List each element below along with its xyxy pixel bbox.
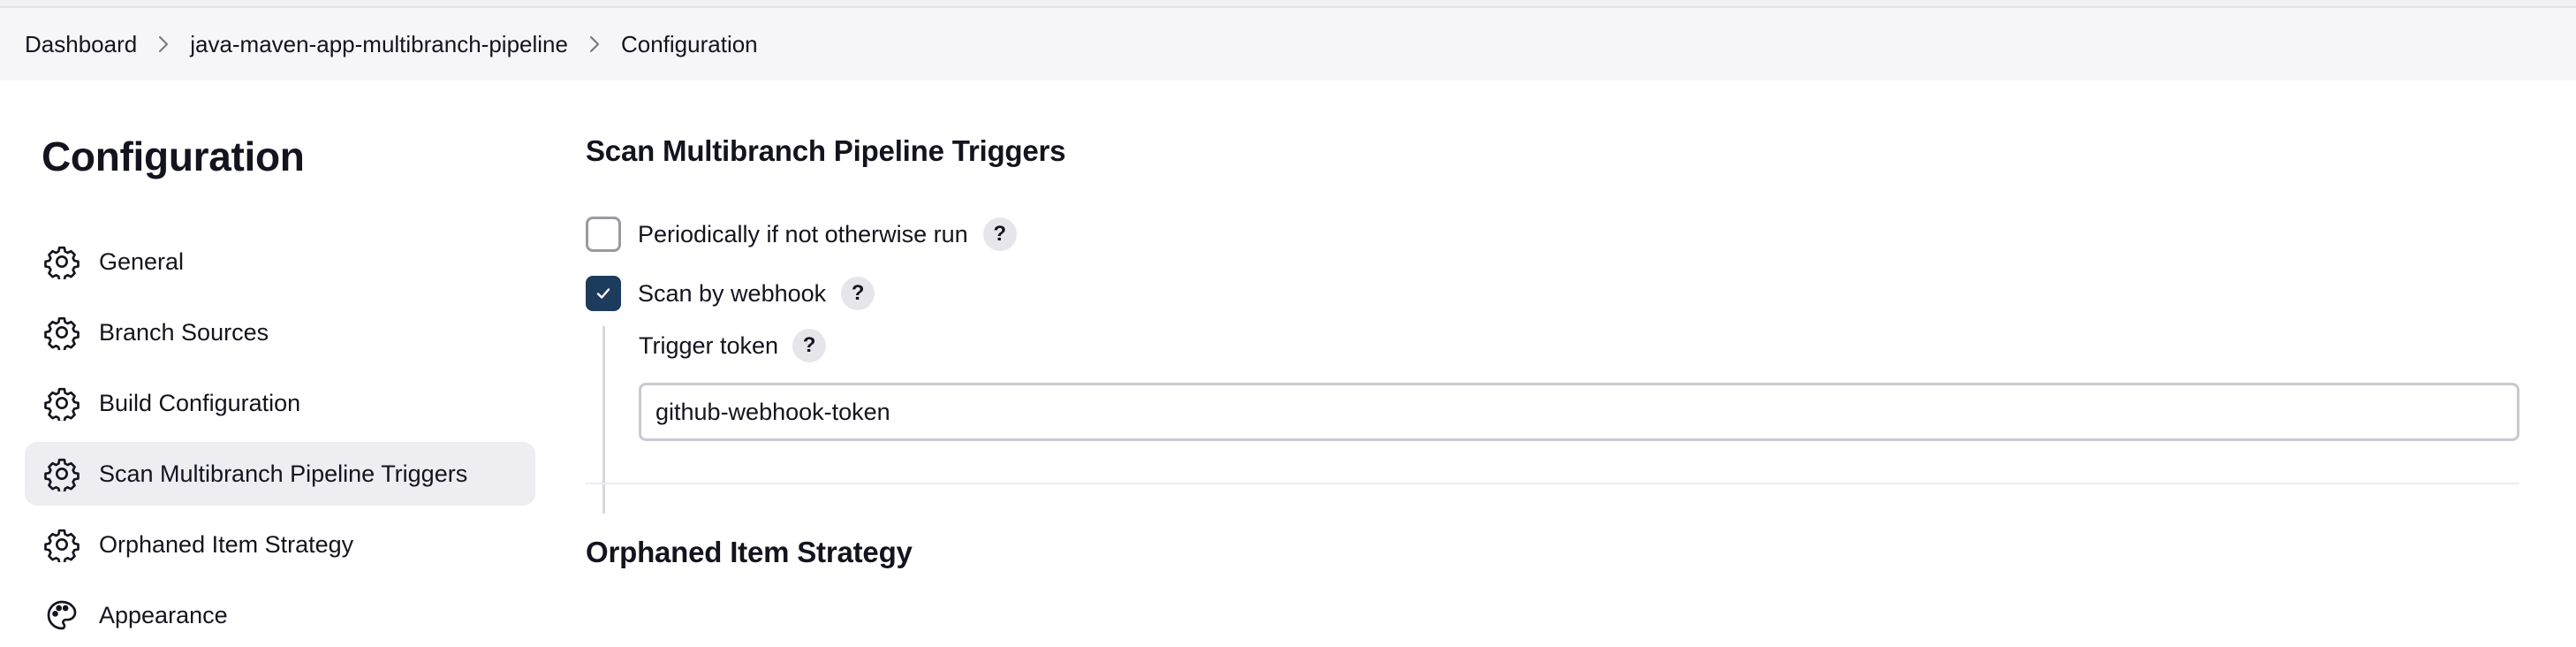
trigger-token-label: Trigger token: [639, 331, 779, 359]
sidebar-item-build-configuration[interactable]: Build Configuration: [25, 371, 535, 435]
webhook-option: Scan by webhook ?: [586, 274, 875, 313]
breadcrumb-dashboard[interactable]: Dashboard: [25, 31, 137, 58]
sidebar: Configuration General Branch Sources Bui…: [0, 80, 548, 630]
sidebar-item-label: Appearance: [99, 601, 228, 628]
help-icon[interactable]: ?: [792, 329, 827, 362]
sidebar-item-scan-triggers[interactable]: Scan Multibranch Pipeline Triggers: [25, 442, 535, 506]
gear-icon: [44, 315, 80, 350]
gear-icon: [44, 385, 80, 421]
webhook-checkbox[interactable]: [586, 276, 621, 311]
sidebar-item-appearance[interactable]: Appearance: [25, 583, 535, 647]
section-divider: [586, 483, 2519, 484]
palette-icon: [44, 598, 80, 633]
gear-icon: [44, 244, 80, 279]
sidebar-item-label: Scan Multibranch Pipeline Triggers: [99, 460, 468, 487]
periodically-checkbox[interactable]: [586, 217, 621, 252]
breadcrumb: Dashboard java-maven-app-multibranch-pip…: [0, 8, 2576, 80]
webhook-options-panel: Trigger token ?: [602, 326, 2519, 514]
help-icon[interactable]: ?: [982, 217, 1017, 251]
breadcrumb-job[interactable]: java-maven-app-multibranch-pipeline: [190, 31, 568, 58]
sidebar-item-label: Orphaned Item Strategy: [99, 530, 354, 558]
checkmark-icon: [596, 288, 610, 299]
page-title: Configuration: [42, 133, 305, 179]
breadcrumb-configuration[interactable]: Configuration: [621, 31, 758, 58]
webhook-label[interactable]: Scan by webhook: [638, 280, 826, 308]
sidebar-item-label: General: [99, 247, 185, 275]
section-title-scan-triggers: Scan Multibranch Pipeline Triggers: [586, 134, 1066, 167]
sidebar-item-label: Branch Sources: [99, 318, 269, 346]
gear-icon: [44, 527, 80, 562]
trigger-token-input[interactable]: [639, 383, 2519, 441]
chevron-right-icon: [137, 31, 190, 57]
section-title-orphaned: Orphaned Item Strategy: [586, 536, 913, 568]
sidebar-item-general[interactable]: General: [25, 230, 535, 293]
sidebar-item-label: Build Configuration: [99, 389, 301, 416]
chevron-right-icon: [568, 31, 621, 57]
help-icon[interactable]: ?: [841, 277, 875, 310]
periodically-option: Periodically if not otherwise run ?: [586, 215, 1017, 254]
trigger-token-label-row: Trigger token ?: [639, 326, 827, 365]
sidebar-item-branch-sources[interactable]: Branch Sources: [25, 301, 535, 364]
periodically-label[interactable]: Periodically if not otherwise run: [638, 221, 968, 248]
top-border: [0, 0, 2576, 8]
gear-icon: [44, 456, 80, 491]
main-content: Scan Multibranch Pipeline Triggers Perio…: [586, 80, 2520, 619]
sidebar-item-orphaned-item-strategy[interactable]: Orphaned Item Strategy: [25, 513, 535, 576]
